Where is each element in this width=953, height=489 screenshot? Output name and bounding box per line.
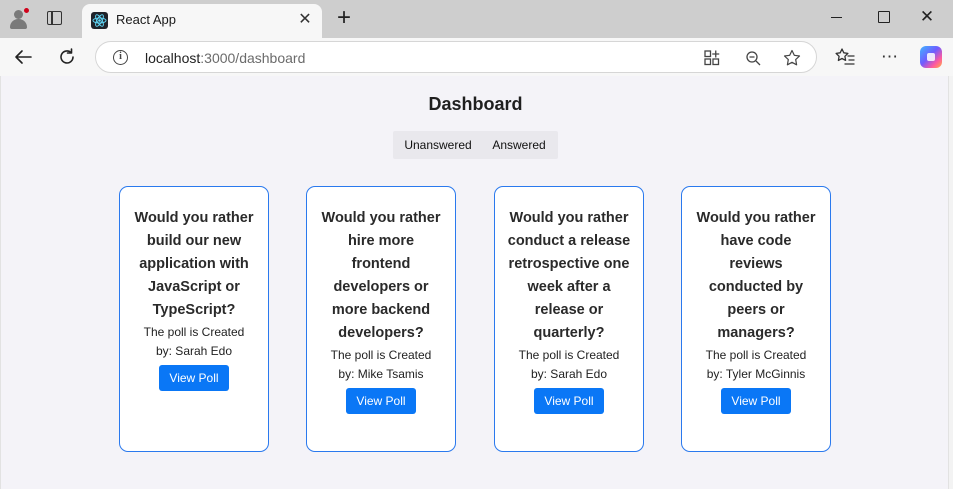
zoom-out-icon[interactable] — [742, 47, 764, 69]
poll-question: Would you rather conduct a release retro… — [507, 210, 631, 341]
browser-tab[interactable]: React App ✕ — [82, 4, 322, 38]
view-poll-button[interactable]: View Poll — [534, 388, 604, 414]
poll-author: The poll is Created by: Sarah Edo — [143, 325, 245, 358]
view-poll-button[interactable]: View Poll — [721, 388, 791, 414]
browser-toolbar: i localhost:3000/dashboard ⋯ — [0, 38, 953, 76]
profile-avatar-icon[interactable] — [8, 7, 30, 29]
poll-author: The poll is Created by: Tyler McGinnis — [705, 348, 807, 381]
copilot-icon[interactable] — [920, 46, 942, 68]
page-title: Dashboard — [428, 94, 523, 114]
window-minimize-button[interactable] — [823, 6, 853, 28]
window-close-button[interactable]: ✕ — [912, 6, 942, 28]
poll-card: Would you rather build our new applicati… — [119, 186, 269, 452]
poll-question: Would you rather have code reviews condu… — [696, 210, 816, 341]
back-arrow-icon[interactable] — [9, 43, 37, 71]
answered-tab-button[interactable]: Answered — [483, 131, 555, 159]
address-bar[interactable]: i localhost:3000/dashboard — [95, 41, 817, 73]
app-available-icon[interactable] — [701, 47, 723, 69]
window-maximize-button[interactable] — [868, 6, 898, 28]
poll-author: The poll is Created by: Sarah Edo — [518, 348, 620, 381]
view-poll-button[interactable]: View Poll — [346, 388, 416, 414]
browser-titlebar: React App ✕ + ✕ — [0, 0, 953, 38]
favorite-star-icon[interactable] — [781, 47, 803, 69]
poll-question: Would you rather build our new applicati… — [134, 210, 254, 318]
poll-question: Would you rather hire more frontend deve… — [321, 210, 441, 341]
new-tab-button[interactable]: + — [333, 6, 355, 30]
more-options-icon[interactable]: ⋯ — [876, 43, 904, 71]
view-poll-button[interactable]: View Poll — [159, 365, 229, 391]
reload-icon[interactable] — [53, 43, 81, 71]
tab-title: React App — [116, 12, 176, 27]
poll-card: Would you rather conduct a release retro… — [494, 186, 644, 452]
poll-card: Would you rather hire more frontend deve… — [306, 186, 456, 452]
tab-close-icon[interactable]: ✕ — [296, 11, 314, 29]
url-text: localhost:3000/dashboard — [145, 50, 306, 66]
site-info-icon[interactable]: i — [113, 50, 128, 65]
poll-author: The poll is Created by: Mike Tsamis — [330, 348, 432, 381]
favorites-list-icon[interactable] — [831, 43, 859, 71]
unanswered-tab-button[interactable]: Unanswered — [397, 131, 479, 159]
page-content: Dashboard Unanswered Answered Would you … — [0, 76, 949, 489]
poll-filter-toggle: Unanswered Answered — [393, 131, 558, 159]
react-favicon-icon — [91, 12, 108, 29]
poll-card: Would you rather have code reviews condu… — [681, 186, 831, 452]
tab-actions-icon[interactable] — [47, 11, 62, 25]
